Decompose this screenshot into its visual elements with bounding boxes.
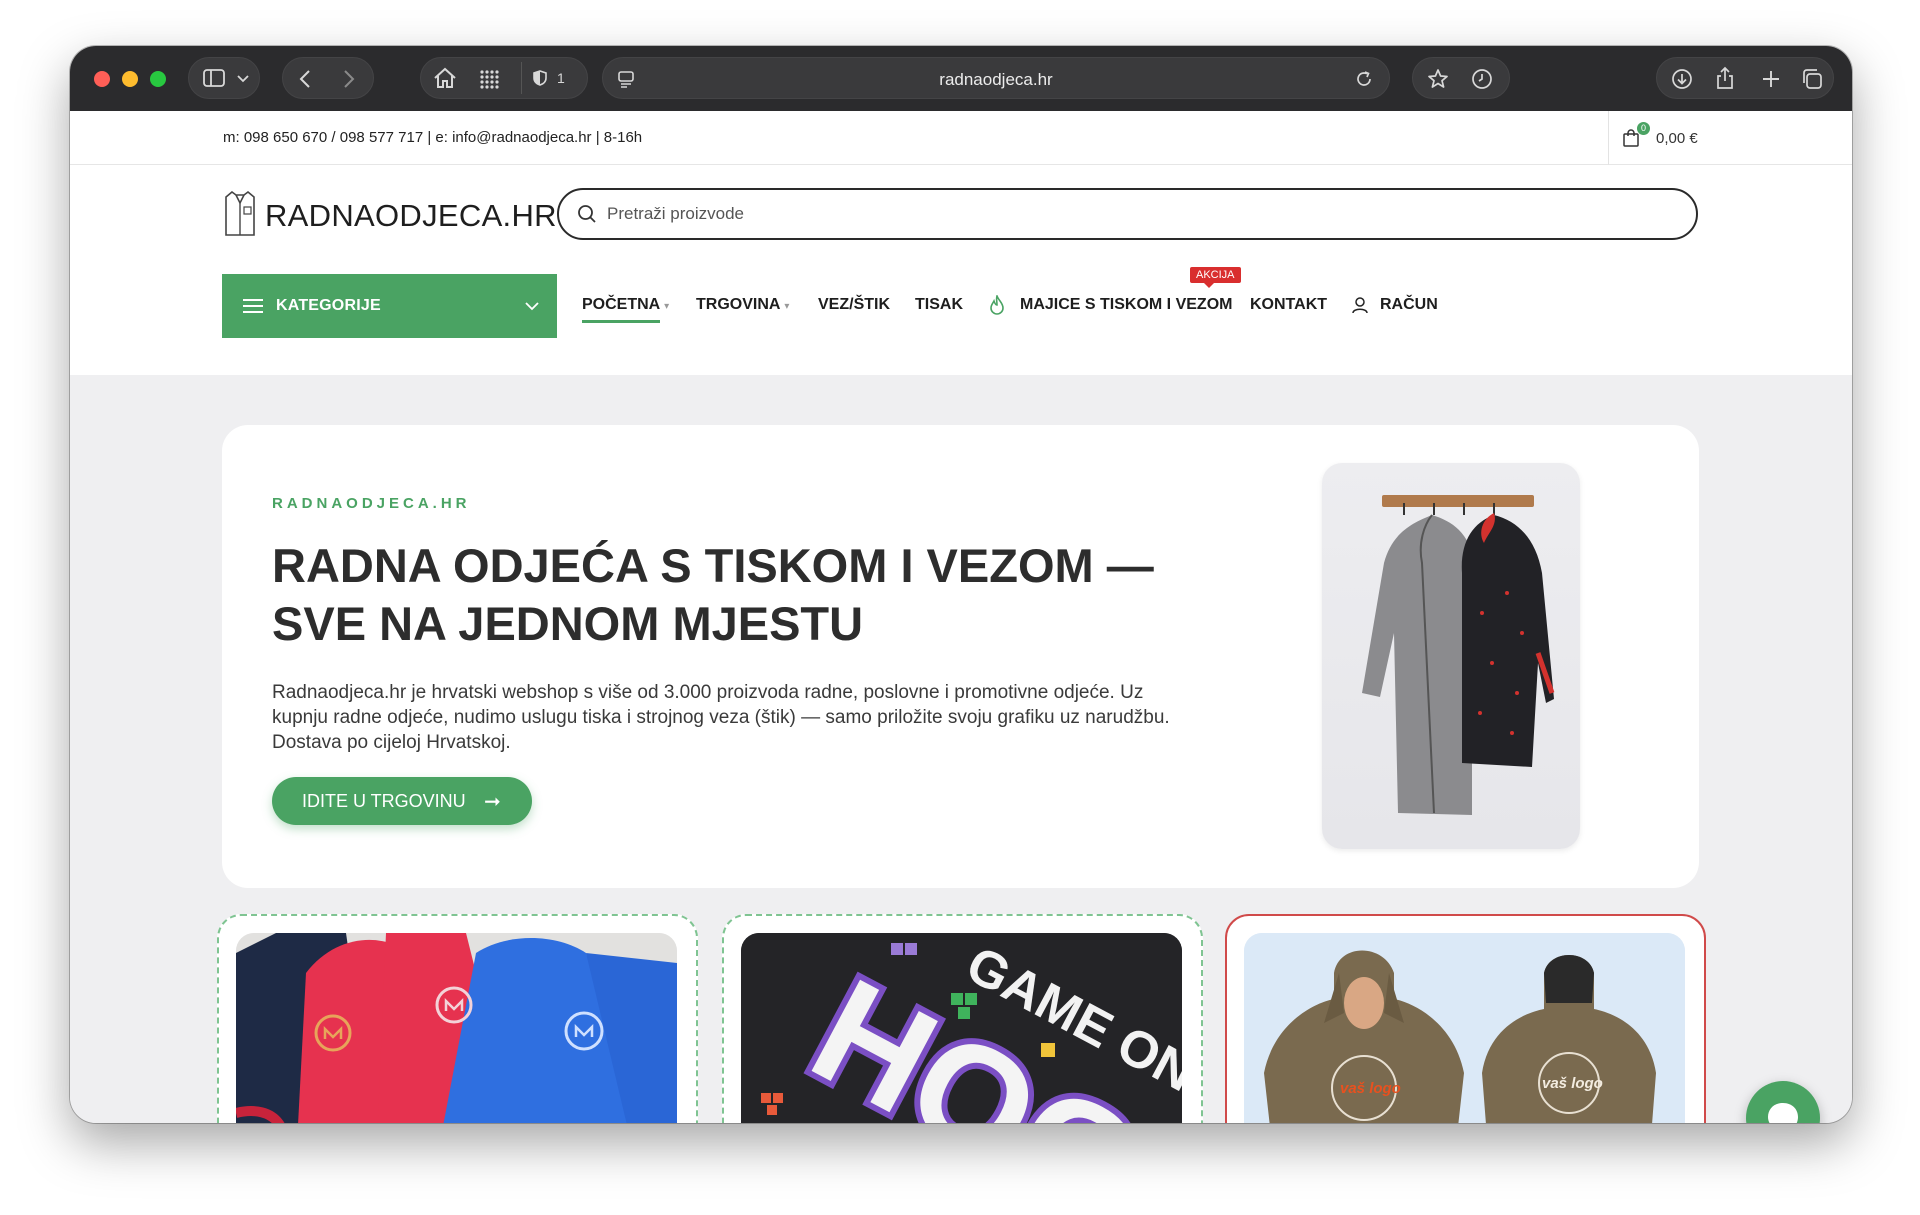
home-icon[interactable] <box>433 67 457 89</box>
cart-total: 0,00 € <box>1656 130 1698 147</box>
hoodies-image: vaš logo vaš logo <box>1244 933 1685 1123</box>
nav-item-label: TRGOVINA <box>696 296 780 313</box>
caret-down-icon: ▾ <box>784 301 790 312</box>
product-card-print[interactable]: GAME ON HOG <box>722 914 1203 1123</box>
search-input[interactable] <box>607 190 1657 238</box>
search-icon[interactable] <box>577 204 597 224</box>
apps-grid-icon[interactable] <box>479 69 499 89</box>
window-actions-group <box>1656 57 1834 99</box>
address-bar[interactable]: radnaodjeca.hr <box>602 57 1390 99</box>
logo-text: RADNAODJECA.HR <box>265 198 557 233</box>
close-window-button[interactable] <box>94 71 110 87</box>
back-icon[interactable] <box>299 69 311 89</box>
maximize-window-button[interactable] <box>150 71 166 87</box>
hoodie-back-logo-text: vaš logo <box>1542 1075 1603 1092</box>
hero-section: RADNAODJECA.HR RADNA ODJEĆA S TISKOM I V… <box>222 425 1699 888</box>
site-header: RADNAODJECA.HR KATEGORIJE POČETNA ▾ TRGO… <box>70 165 1852 375</box>
user-icon <box>1352 297 1368 314</box>
chevron-down-icon <box>237 75 249 83</box>
nav-item-trgovina[interactable]: TRGOVINA ▾ <box>696 296 789 314</box>
nav-item-kontakt[interactable]: KONTAKT <box>1250 296 1327 314</box>
nav-item-label: TISAK <box>915 296 963 313</box>
nav-item-label: KONTAKT <box>1250 296 1328 313</box>
aprons-image <box>236 933 677 1123</box>
forward-icon[interactable] <box>343 69 355 89</box>
share-icon[interactable] <box>1715 66 1735 90</box>
sale-badge: AKCIJA <box>1190 267 1241 288</box>
reload-icon[interactable] <box>1355 70 1373 88</box>
divider <box>1608 111 1609 165</box>
chevron-down-icon <box>525 302 539 311</box>
web-page: m: 098 650 670 / 098 577 717 | e: info@r… <box>70 111 1852 1123</box>
arrow-right-icon: ➞ <box>484 791 501 813</box>
search-box <box>557 188 1698 240</box>
cart-count-badge: 0 <box>1637 122 1650 135</box>
nav-item-racun[interactable]: RAČUN <box>1352 296 1438 314</box>
toolbar-extras-group: 1 <box>420 57 588 99</box>
hoodie-front-logo-text: vaš logo <box>1340 1080 1401 1097</box>
categories-label: KATEGORIJE <box>276 297 381 314</box>
new-tab-icon[interactable] <box>1761 69 1781 89</box>
nav-item-label: VEZ/ŠTIK <box>818 296 891 313</box>
tab-overview-icon[interactable] <box>1801 68 1823 90</box>
print-image: GAME ON HOG <box>741 933 1182 1123</box>
hero-description: Radnaodjeca.hr je hrvatski webshop s viš… <box>272 682 1170 753</box>
history-nav-group <box>282 57 374 99</box>
flame-icon <box>990 295 1004 315</box>
hero-eyebrow: RADNAODJECA.HR <box>272 495 471 512</box>
nav-item-pocetna[interactable]: POČETNA ▾ <box>582 296 670 323</box>
categories-dropdown-button[interactable]: KATEGORIJE <box>222 274 557 338</box>
product-card-hoodies[interactable]: vaš logo vaš logo <box>1225 914 1706 1123</box>
top-info-bar: m: 098 650 670 / 098 577 717 | e: info@r… <box>70 111 1852 165</box>
nav-item-majice[interactable]: MAJICE S TISKOM I VEZOM <box>990 295 1233 315</box>
go-to-shop-button[interactable]: IDITE U TRGOVINU ➞ <box>272 777 532 825</box>
nav-item-label: MAJICE S TISKOM I VEZOM <box>1020 296 1233 313</box>
shirt-logo-icon <box>225 190 255 236</box>
tracker-count: 1 <box>557 70 565 86</box>
nav-item-label: RAČUN <box>1380 296 1438 313</box>
shield-icon[interactable] <box>533 70 547 86</box>
contact-info: m: 098 650 670 / 098 577 717 | e: info@r… <box>223 129 643 146</box>
active-indicator <box>582 320 660 323</box>
browser-window: 1 radnaodjeca.hr m: 098 650 670 / 098 57… <box>70 46 1852 1123</box>
product-card-aprons[interactable] <box>217 914 698 1123</box>
nav-item-vez-stik[interactable]: VEZ/ŠTIK <box>818 296 890 314</box>
sidebar-icon <box>203 69 225 87</box>
bookmark-group <box>1412 57 1510 99</box>
hero-title: RADNA ODJEĆA S TISKOM I VEZOM — SVE NA J… <box>272 539 1154 650</box>
caret-down-icon: ▾ <box>664 301 670 312</box>
hamburger-menu-icon <box>243 299 263 313</box>
nav-item-tisak[interactable]: TISAK <box>915 296 963 314</box>
star-icon[interactable] <box>1427 68 1449 90</box>
history-clock-icon[interactable] <box>1471 68 1493 90</box>
nav-item-label: POČETNA <box>582 296 660 313</box>
chat-widget-button[interactable] <box>1746 1081 1820 1123</box>
download-icon[interactable] <box>1671 68 1693 90</box>
hero-image-coats <box>1322 463 1580 849</box>
url-text: radnaodjeca.hr <box>939 70 1053 89</box>
minimize-window-button[interactable] <box>122 71 138 87</box>
browser-toolbar: 1 radnaodjeca.hr <box>70 46 1852 111</box>
button-label: IDITE U TRGOVINU <box>302 791 466 811</box>
sidebar-toggle-button[interactable] <box>188 57 260 99</box>
chat-bubble-icon <box>1768 1103 1798 1123</box>
